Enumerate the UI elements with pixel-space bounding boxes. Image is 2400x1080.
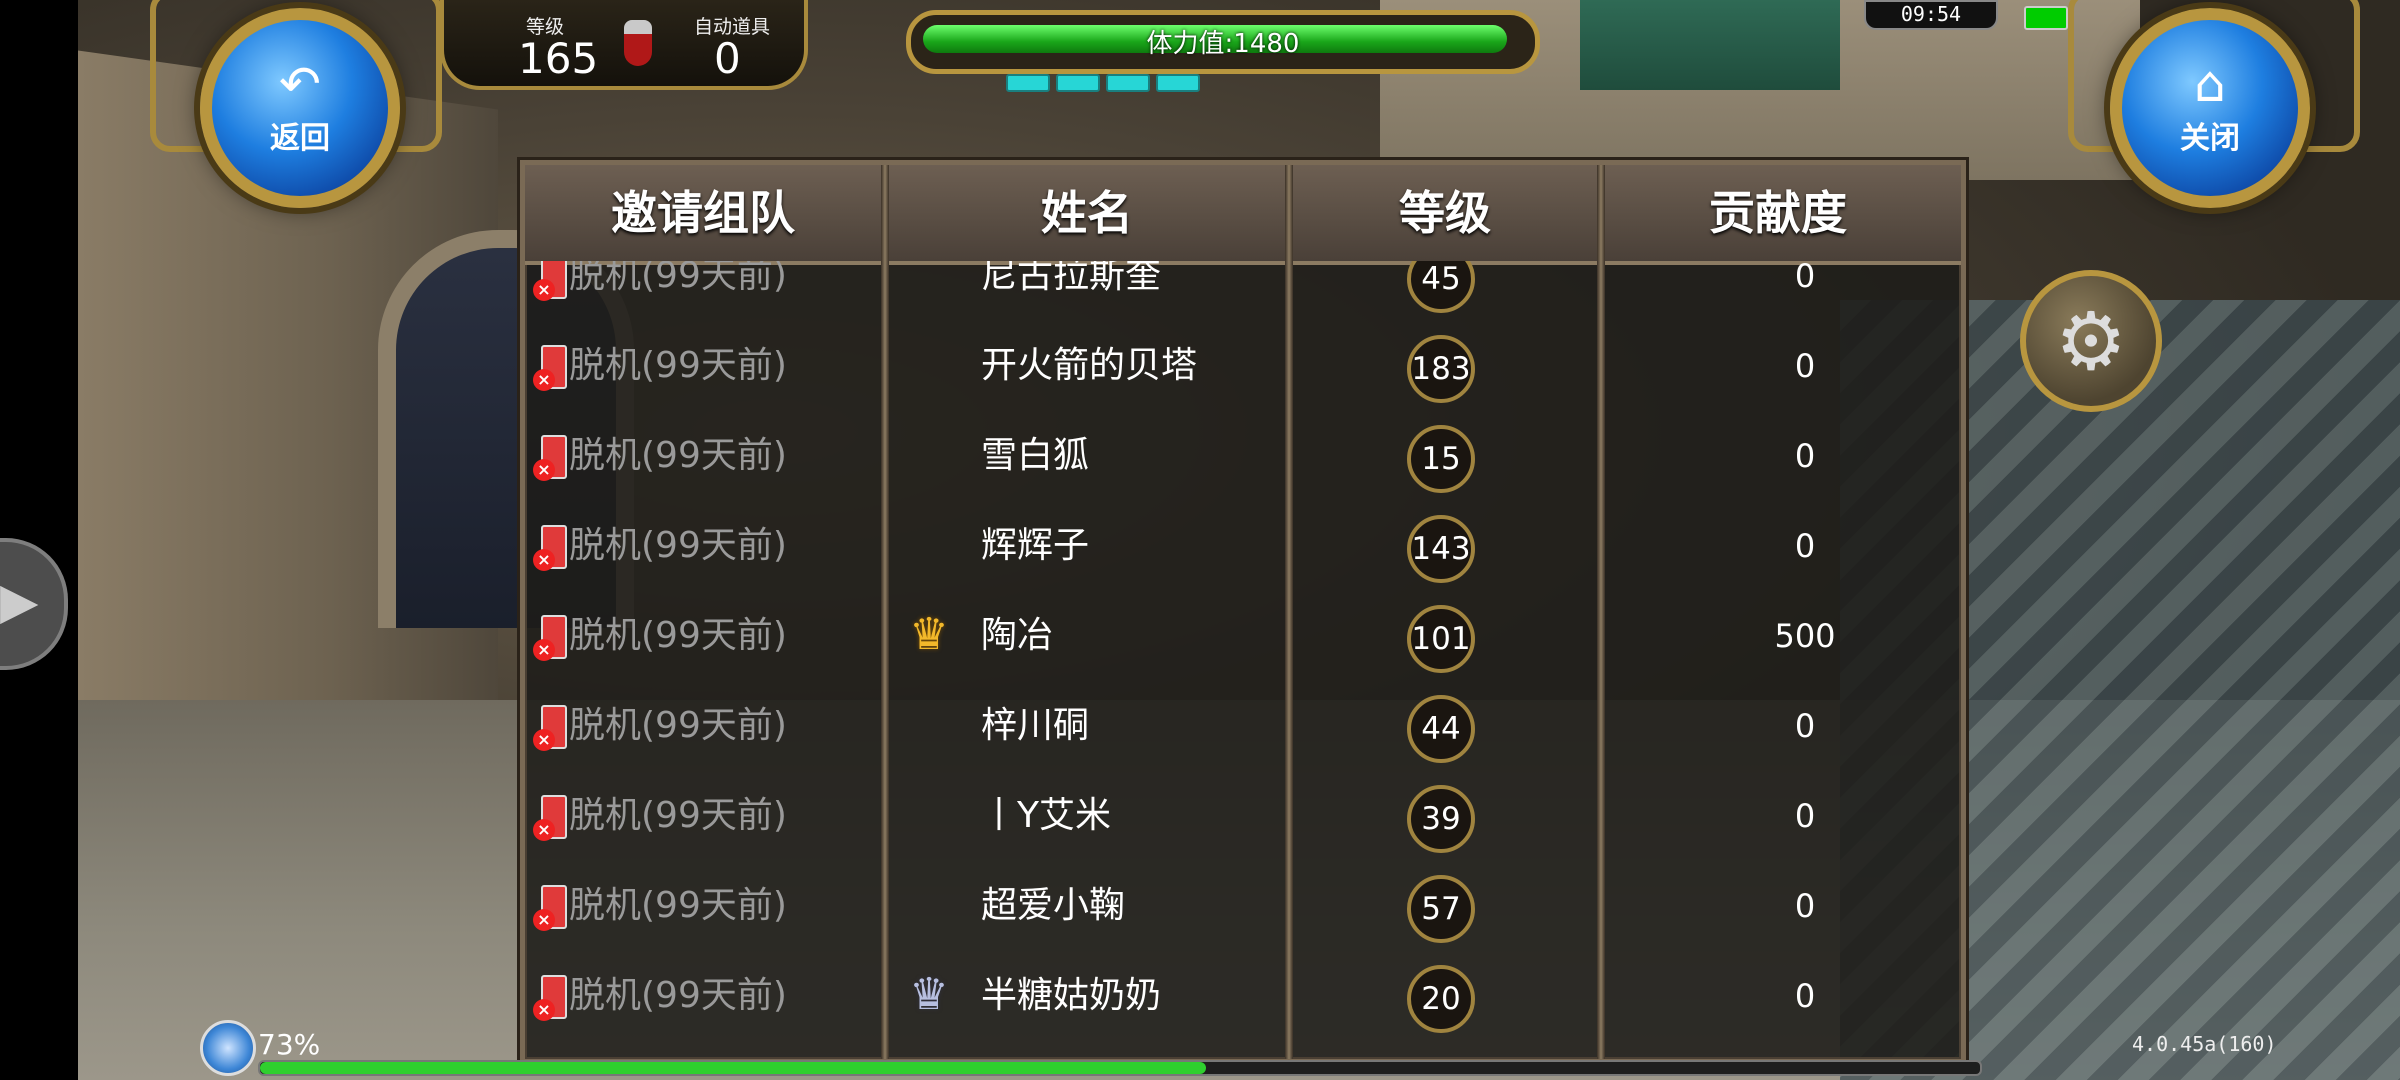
member-level-badge: 15 bbox=[1407, 425, 1475, 493]
header-invite: 邀请组队 bbox=[611, 186, 795, 240]
member-level-badge: 101 bbox=[1407, 605, 1475, 673]
member-level-badge: 39 bbox=[1407, 785, 1475, 853]
offline-phone-icon: × bbox=[533, 885, 567, 931]
member-contribution: 0 bbox=[1794, 347, 1816, 385]
status-text: 脱机(99天前) bbox=[569, 795, 787, 836]
member-contribution: 0 bbox=[1794, 707, 1816, 745]
guild-member-panel: 邀请组队 姓名 等级 贡献度 × 脱机(99天前) 尼古拉斯奎 45 0 × 脱机(99天前… bbox=[520, 160, 1966, 1064]
member-contribution: 0 bbox=[1794, 977, 1816, 1015]
potion-icon bbox=[624, 20, 652, 66]
offline-phone-icon: × bbox=[533, 261, 567, 301]
stamina-bar: 体力值:1480 bbox=[906, 10, 1540, 74]
member-name: 梓川硐 bbox=[981, 705, 1090, 746]
table-row[interactable]: × 脱机(99天前) 开火箭的贝塔 183 0 bbox=[525, 321, 1961, 411]
stamina-pip bbox=[1156, 74, 1200, 92]
invite-status[interactable]: × 脱机(99天前) bbox=[533, 501, 787, 591]
member-list: × 脱机(99天前) 尼古拉斯奎 45 0 × 脱机(99天前) 开火箭的贝塔 183 0 × 脱机(… bbox=[525, 261, 1961, 1051]
experience-bar bbox=[258, 1060, 1982, 1076]
member-name: 辉辉子 bbox=[981, 525, 1090, 566]
player-info-plate: 等级 165 自动道具 0 bbox=[440, 0, 808, 90]
version-label: 4.0.45a(160) bbox=[2132, 1032, 2277, 1056]
member-name: 丨Y艾米 bbox=[981, 795, 1111, 836]
status-text: 脱机(99天前) bbox=[569, 261, 787, 296]
table-row[interactable]: × 脱机(99天前) 辉辉子 143 0 bbox=[525, 501, 1961, 591]
stamina-text: 体力值:1480 bbox=[1146, 29, 1300, 59]
offline-phone-icon: × bbox=[533, 705, 567, 751]
member-contribution: 500 bbox=[1774, 617, 1836, 655]
status-text: 脱机(99天前) bbox=[569, 435, 787, 476]
member-level-badge: 183 bbox=[1407, 335, 1475, 403]
table-row[interactable]: × 脱机(99天前) ♛ 陶冶 101 500 bbox=[525, 591, 1961, 681]
table-row[interactable]: × 脱机(99天前) 梓川硐 44 0 bbox=[525, 681, 1961, 771]
invite-status[interactable]: × 脱机(99天前) bbox=[533, 861, 787, 951]
status-text: 脱机(99天前) bbox=[569, 525, 787, 566]
member-contribution: 0 bbox=[1794, 527, 1816, 565]
member-level-badge: 44 bbox=[1407, 695, 1475, 763]
home-icon: ⌂ bbox=[2194, 55, 2226, 113]
invite-status[interactable]: × 脱机(99天前) bbox=[533, 321, 787, 411]
back-button-label: 返回 bbox=[270, 121, 330, 156]
member-contribution: 0 bbox=[1794, 261, 1816, 295]
status-text: 脱机(99天前) bbox=[569, 705, 787, 746]
member-level-badge: 57 bbox=[1407, 875, 1475, 943]
invite-status[interactable]: × 脱机(99天前) bbox=[533, 771, 787, 861]
silver-crown-icon: ♛ bbox=[909, 969, 949, 1020]
stamina-pips bbox=[1006, 74, 1200, 92]
member-level-badge: 20 bbox=[1407, 965, 1475, 1033]
header-name: 姓名 bbox=[1041, 186, 1133, 240]
invite-status[interactable]: × 脱机(99天前) bbox=[533, 951, 787, 1041]
header-level: 等级 bbox=[1399, 186, 1491, 240]
status-text: 脱机(99天前) bbox=[569, 615, 787, 656]
gear-icon: ⚙ bbox=[2055, 294, 2127, 388]
offline-phone-icon: × bbox=[533, 345, 567, 391]
status-text: 脱机(99天前) bbox=[569, 345, 787, 386]
member-name: 陶冶 bbox=[981, 615, 1054, 656]
member-level-badge: 143 bbox=[1407, 515, 1475, 583]
table-row[interactable]: × 脱机(99天前) 超爱小鞠 57 0 bbox=[525, 861, 1961, 951]
stamina-pip bbox=[1106, 74, 1150, 92]
back-button[interactable]: ↶ 返回 bbox=[200, 8, 400, 208]
invite-status[interactable]: × 脱机(99天前) bbox=[533, 261, 787, 321]
stamina-pip bbox=[1056, 74, 1100, 92]
member-level-badge: 45 bbox=[1407, 261, 1475, 313]
table-row[interactable]: × 脱机(99天前) ♛ 半糖姑奶奶 20 0 bbox=[525, 951, 1961, 1041]
network-gauge-icon bbox=[200, 1020, 256, 1076]
stamina-pip bbox=[1006, 74, 1050, 92]
member-contribution: 0 bbox=[1794, 437, 1816, 475]
gold-crown-icon: ♛ bbox=[909, 609, 949, 660]
table-row[interactable]: × 脱机(99天前) 尼古拉斯奎 45 0 bbox=[525, 261, 1961, 321]
return-arrow-icon: ↶ bbox=[279, 55, 321, 113]
status-text: 脱机(99天前) bbox=[569, 975, 787, 1016]
player-level-value: 165 bbox=[518, 34, 599, 83]
member-name: 超爱小鞠 bbox=[981, 885, 1126, 926]
member-name: 雪白狐 bbox=[981, 435, 1090, 476]
table-row[interactable]: × 脱机(99天前) 丨Y艾米 39 0 bbox=[525, 771, 1961, 861]
header-contribution: 贡献度 bbox=[1709, 186, 1847, 240]
battery-icon bbox=[2024, 6, 2068, 30]
chevron-right-icon: ▶ bbox=[0, 572, 39, 630]
offline-phone-icon: × bbox=[533, 615, 567, 661]
offline-phone-icon: × bbox=[533, 795, 567, 841]
member-contribution: 0 bbox=[1794, 887, 1816, 925]
member-name: 半糖姑奶奶 bbox=[981, 975, 1162, 1016]
offline-phone-icon: × bbox=[533, 975, 567, 1021]
auto-item-count: 0 bbox=[714, 34, 741, 83]
close-button[interactable]: ⌂ 关闭 bbox=[2110, 8, 2310, 208]
gauge-percent: 73% bbox=[258, 1028, 321, 1061]
status-text: 脱机(99天前) bbox=[569, 885, 787, 926]
close-button-label: 关闭 bbox=[2180, 121, 2240, 156]
member-name: 尼古拉斯奎 bbox=[981, 261, 1162, 296]
offline-phone-icon: × bbox=[533, 435, 567, 481]
clock-display: 09:54 bbox=[1864, 0, 1998, 30]
table-row[interactable]: × 脱机(99天前) 雪白狐 15 0 bbox=[525, 411, 1961, 501]
member-name: 开火箭的贝塔 bbox=[981, 345, 1198, 386]
invite-status[interactable]: × 脱机(99天前) bbox=[533, 681, 787, 771]
settings-gear-button[interactable]: ⚙ bbox=[2020, 270, 2162, 412]
invite-status[interactable]: × 脱机(99天前) bbox=[533, 591, 787, 681]
invite-status[interactable]: × 脱机(99天前) bbox=[533, 411, 787, 501]
offline-phone-icon: × bbox=[533, 525, 567, 571]
table-header: 邀请组队 姓名 等级 贡献度 bbox=[525, 165, 1961, 265]
member-contribution: 0 bbox=[1794, 797, 1816, 835]
